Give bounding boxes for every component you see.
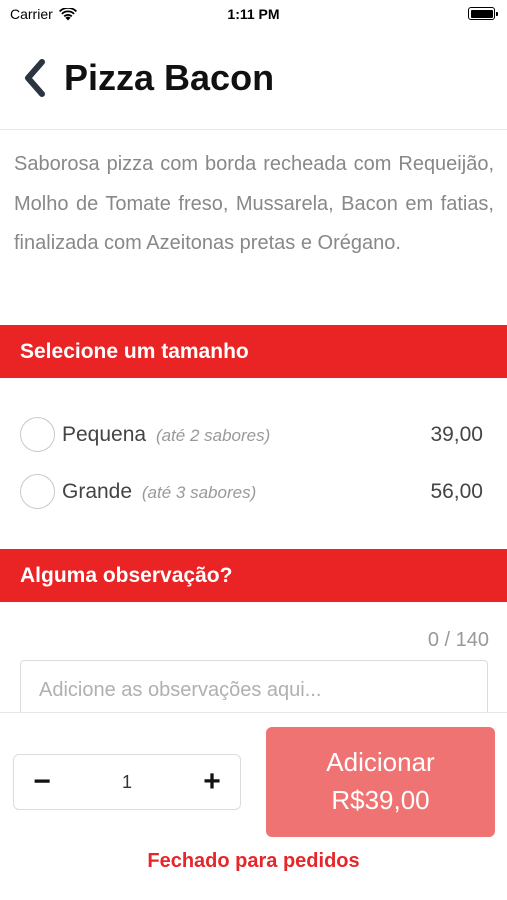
add-to-cart-button[interactable]: Adicionar R$39,00 [266, 727, 495, 837]
product-description: Saborosa pizza com borda recheada com Re… [14, 153, 494, 254]
back-chevron-icon[interactable] [20, 56, 50, 100]
quantity-value: 1 [121, 772, 132, 792]
page-title: Pizza Bacon [64, 57, 275, 98]
size-option-label: Grande (até 3 sabores) [62, 480, 256, 504]
size-option-pequena[interactable]: Pequena (até 2 sabores) 39,00 [0, 415, 507, 455]
notes-input[interactable] [20, 660, 488, 720]
notes-section-header: Alguma observação? [0, 549, 507, 602]
size-name: Pequena [62, 423, 147, 446]
closed-for-orders-message: Fechado para pedidos [147, 850, 360, 872]
increase-quantity-button[interactable]: + [184, 755, 240, 809]
decrease-quantity-button[interactable]: − [14, 755, 70, 809]
size-name: Grande [62, 480, 133, 503]
status-bar: Carrier 1:11 PM [0, 0, 507, 30]
add-button-label: Adicionar [326, 747, 435, 777]
radio-button[interactable] [20, 417, 55, 452]
size-option-grande[interactable]: Grande (até 3 sabores) 56,00 [0, 472, 507, 512]
size-price: 56,00 [430, 480, 483, 503]
size-note: (até 2 sabores) [155, 426, 271, 445]
add-button-price: R$39,00 [331, 785, 430, 815]
order-footer: − 1 + Adicionar R$39,00 Fechado para ped… [0, 712, 507, 900]
quantity-stepper: − 1 + [13, 754, 241, 810]
size-price: 39,00 [430, 423, 483, 446]
character-counter: 0 / 140 [427, 629, 489, 651]
size-section-header: Selecione um tamanho [0, 325, 507, 378]
size-note: (até 3 sabores) [141, 483, 257, 502]
status-time: 1:11 PM [227, 6, 280, 22]
radio-button[interactable] [20, 474, 55, 509]
header: Pizza Bacon [0, 40, 507, 130]
battery-icon [468, 7, 498, 20]
battery-status [468, 7, 498, 20]
size-option-label: Pequena (até 2 sabores) [62, 423, 270, 447]
